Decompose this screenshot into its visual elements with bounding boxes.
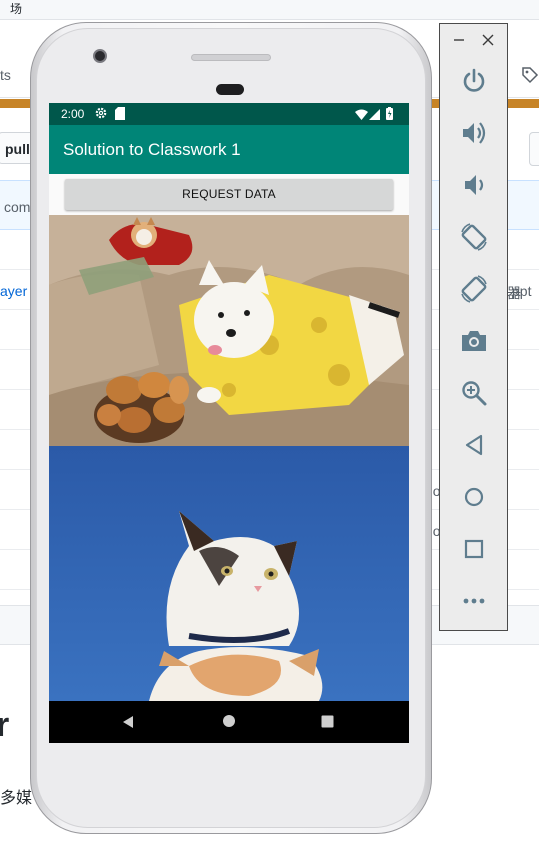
power-icon[interactable]	[459, 66, 489, 96]
emulator-toolbar	[439, 23, 508, 631]
status-bar: 2:00	[49, 103, 409, 125]
emulator-screen[interactable]: 2:00 Solution to Classwork 1 REQUEST DAT…	[49, 103, 409, 743]
background-nav-tab[interactable]: ts	[0, 67, 11, 83]
file-link[interactable]: ayer	[0, 283, 27, 299]
readme-heading: r	[0, 706, 10, 744]
request-data-button[interactable]: REQUEST DATA	[65, 179, 393, 210]
app-title: Solution to Classwork 1	[63, 140, 241, 159]
rotate-left-icon[interactable]	[459, 222, 489, 252]
navigation-bar	[49, 701, 409, 743]
minimize-icon[interactable]	[453, 33, 465, 47]
dog-image[interactable]	[49, 215, 409, 446]
app-bar: Solution to Classwork 1	[49, 125, 409, 174]
home-icon[interactable]	[459, 482, 489, 512]
commit-text: com	[4, 199, 31, 215]
proximity-sensor	[216, 84, 244, 95]
settings-gear-icon	[95, 107, 107, 119]
background-top-text: 场	[10, 2, 23, 16]
volume-down-icon[interactable]	[459, 170, 489, 200]
battery-icon	[386, 107, 393, 120]
zoom-icon[interactable]	[459, 378, 489, 408]
cat-image[interactable]	[49, 446, 409, 701]
recents-icon[interactable]	[321, 715, 334, 728]
rotate-right-icon[interactable]	[459, 274, 489, 304]
close-icon[interactable]	[481, 33, 495, 47]
front-camera	[93, 49, 107, 63]
wifi-icon	[355, 109, 368, 120]
tag-icon[interactable]	[521, 66, 539, 84]
cell-signal-icon	[369, 109, 380, 120]
sd-card-icon	[115, 107, 125, 120]
readme-paragraph: 多媒	[0, 788, 33, 807]
background-right-button[interactable]	[529, 132, 539, 166]
volume-up-icon[interactable]	[459, 118, 489, 148]
overview-icon[interactable]	[459, 534, 489, 564]
back-icon[interactable]	[120, 714, 136, 730]
file-commit-text: ppt	[512, 283, 532, 299]
more-icon[interactable]	[459, 586, 489, 616]
background-top-bar: 场	[0, 0, 539, 20]
back-icon[interactable]	[459, 430, 489, 460]
earpiece-speaker	[191, 54, 271, 61]
status-time: 2:00	[61, 107, 85, 121]
camera-icon[interactable]	[459, 326, 489, 356]
home-icon[interactable]	[222, 714, 236, 728]
branch-label: pull	[5, 141, 30, 157]
